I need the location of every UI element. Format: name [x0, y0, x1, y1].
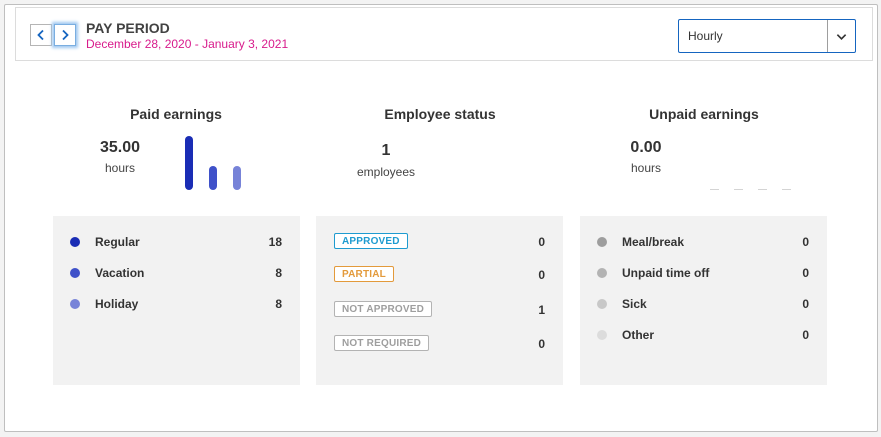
- paid-earnings-title: Paid earnings: [130, 106, 222, 122]
- earnings-type-value: Hourly: [688, 29, 723, 43]
- unpaid-chart-baseline: [734, 189, 743, 190]
- item-value: 0: [538, 337, 545, 351]
- list-item: Regular 18: [53, 233, 300, 253]
- next-period-button[interactable]: [54, 24, 76, 46]
- paid-earnings-bar: [233, 166, 241, 190]
- item-value: 0: [802, 297, 809, 311]
- item-value: 0: [802, 235, 809, 249]
- unpaid-earnings-panel: Meal/break 0 Unpaid time off 0 Sick 0 Ot…: [580, 216, 827, 385]
- item-label: Vacation: [95, 266, 145, 280]
- employee-status-unit: employees: [356, 165, 416, 179]
- list-item: Sick 0: [580, 295, 827, 315]
- employee-status-title: Employee status: [384, 106, 496, 122]
- legend-dot-icon: [597, 299, 607, 309]
- chevron-down-icon: [827, 20, 855, 52]
- list-item: APPROVED 0: [316, 233, 563, 253]
- list-item: Holiday 8: [53, 295, 300, 315]
- legend-dot-icon: [597, 237, 607, 247]
- legend-dot-icon: [70, 237, 80, 247]
- list-item: NOT REQUIRED 0: [316, 335, 563, 355]
- pay-period-dates: December 28, 2020 - January 3, 2021: [86, 37, 289, 51]
- list-item: Unpaid time off 0: [580, 264, 827, 284]
- not-required-badge: NOT REQUIRED: [334, 335, 430, 351]
- legend-dot-icon: [597, 268, 607, 278]
- paid-earnings-bar: [185, 136, 193, 190]
- employee-status-panel: APPROVED 0 PARTIAL 0 NOT APPROVED 1 NOT …: [316, 216, 563, 385]
- previous-period-button[interactable]: [30, 24, 52, 46]
- partial-badge: PARTIAL: [334, 266, 394, 282]
- item-label: Regular: [95, 235, 140, 249]
- paid-earnings-total: 35.00: [99, 139, 141, 156]
- pay-period-header: PAY PERIOD December 28, 2020 - January 3…: [15, 7, 873, 61]
- unpaid-earnings-title: Unpaid earnings: [649, 106, 759, 122]
- item-value: 18: [268, 235, 282, 249]
- item-label: Sick: [622, 297, 647, 311]
- item-value: 0: [802, 328, 809, 342]
- item-value: 0: [538, 268, 545, 282]
- legend-dot-icon: [70, 268, 80, 278]
- pay-period-title: PAY PERIOD: [86, 20, 170, 36]
- item-label: Unpaid time off: [622, 266, 710, 280]
- not-approved-badge: NOT APPROVED: [334, 301, 433, 317]
- item-label: Holiday: [95, 297, 139, 311]
- unpaid-earnings-total: 0.00: [630, 139, 662, 156]
- chevron-right-icon: [62, 29, 69, 41]
- earnings-type-select[interactable]: Hourly: [678, 19, 856, 53]
- unpaid-chart-baseline: [782, 189, 791, 190]
- list-item: Meal/break 0: [580, 233, 827, 253]
- paid-earnings-bar: [209, 166, 217, 190]
- list-item: NOT APPROVED 1: [316, 301, 563, 321]
- unpaid-chart-baseline: [710, 189, 719, 190]
- chevron-left-icon: [37, 29, 44, 41]
- item-value: 8: [275, 266, 282, 280]
- unpaid-chart-baseline: [758, 189, 767, 190]
- legend-dot-icon: [597, 330, 607, 340]
- paid-earnings-panel: Regular 18 Vacation 8 Holiday 8: [53, 216, 300, 385]
- list-item: Other 0: [580, 326, 827, 346]
- list-item: PARTIAL 0: [316, 266, 563, 286]
- item-value: 8: [275, 297, 282, 311]
- list-item: Vacation 8: [53, 264, 300, 284]
- legend-dot-icon: [70, 299, 80, 309]
- item-label: Other: [622, 328, 655, 342]
- paid-earnings-unit: hours: [104, 161, 136, 175]
- approved-badge: APPROVED: [334, 233, 408, 249]
- item-value: 0: [802, 266, 809, 280]
- employee-status-total: 1: [381, 142, 391, 159]
- unpaid-earnings-unit: hours: [630, 161, 662, 175]
- item-value: 1: [538, 303, 545, 317]
- item-label: Meal/break: [622, 235, 685, 249]
- item-value: 0: [538, 235, 545, 249]
